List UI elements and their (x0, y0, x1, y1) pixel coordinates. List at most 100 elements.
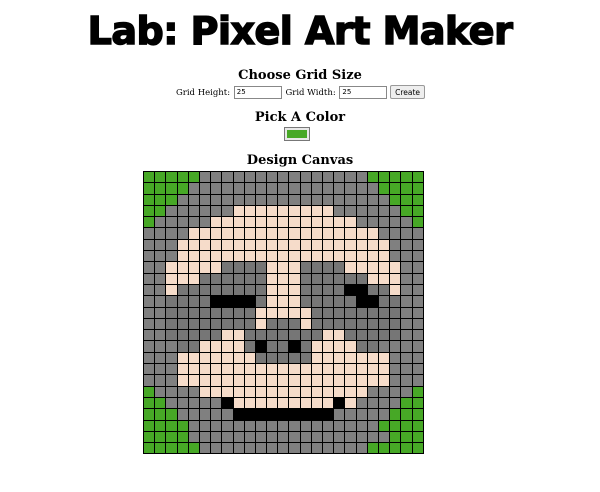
canvas-cell[interactable] (389, 374, 402, 387)
canvas-cell[interactable] (389, 261, 402, 274)
canvas-cell[interactable] (232, 295, 245, 308)
canvas-cell[interactable] (366, 283, 379, 297)
canvas-cell[interactable] (321, 261, 335, 274)
canvas-cell[interactable] (176, 408, 189, 421)
canvas-cell[interactable] (321, 419, 335, 432)
canvas-cell[interactable] (221, 396, 234, 410)
canvas-cell[interactable] (277, 317, 290, 331)
canvas-cell[interactable] (154, 363, 167, 376)
canvas-cell[interactable] (266, 182, 279, 195)
canvas-cell[interactable] (154, 329, 167, 342)
canvas-cell[interactable] (299, 283, 312, 297)
canvas-cell[interactable] (333, 261, 346, 274)
canvas-cell[interactable] (299, 430, 312, 444)
canvas-cell[interactable] (187, 170, 200, 184)
canvas-cell[interactable] (154, 295, 167, 308)
canvas-cell[interactable] (355, 306, 368, 319)
canvas-cell[interactable] (333, 329, 346, 342)
canvas-cell[interactable] (288, 193, 301, 206)
canvas-cell[interactable] (198, 317, 212, 331)
canvas-cell[interactable] (299, 193, 312, 206)
canvas-cell[interactable] (400, 182, 413, 195)
canvas-cell[interactable] (165, 272, 178, 285)
canvas-cell[interactable] (154, 419, 167, 432)
canvas-cell[interactable] (154, 340, 167, 353)
canvas-cell[interactable] (344, 329, 357, 342)
canvas-cell[interactable] (254, 283, 268, 297)
canvas-cell[interactable] (243, 396, 256, 410)
canvas-cell[interactable] (176, 419, 189, 432)
canvas-cell[interactable] (154, 193, 167, 206)
canvas-cell[interactable] (232, 272, 245, 285)
canvas-cell[interactable] (243, 295, 256, 308)
canvas-cell[interactable] (355, 295, 368, 308)
canvas-cell[interactable] (400, 408, 413, 421)
canvas-cell[interactable] (210, 363, 223, 376)
canvas-cell[interactable] (243, 351, 256, 365)
canvas-cell[interactable] (187, 408, 200, 421)
canvas-cell[interactable] (176, 351, 189, 365)
canvas-cell[interactable] (221, 227, 234, 240)
canvas-cell[interactable] (344, 170, 357, 184)
canvas-cell[interactable] (243, 329, 256, 342)
canvas-cell[interactable] (243, 250, 256, 263)
canvas-cell[interactable] (277, 238, 290, 252)
canvas-cell[interactable] (198, 283, 212, 297)
canvas-cell[interactable] (254, 396, 268, 410)
canvas-cell[interactable] (299, 170, 312, 184)
canvas-cell[interactable] (187, 442, 200, 455)
canvas-cell[interactable] (411, 340, 424, 353)
canvas-cell[interactable] (389, 340, 402, 353)
canvas-cell[interactable] (210, 238, 223, 252)
canvas-cell[interactable] (389, 396, 402, 410)
canvas-cell[interactable] (366, 408, 379, 421)
canvas-cell[interactable] (187, 374, 200, 387)
canvas-cell[interactable] (232, 363, 245, 376)
canvas-cell[interactable] (266, 363, 279, 376)
canvas-cell[interactable] (344, 374, 357, 387)
canvas-cell[interactable] (232, 204, 245, 218)
canvas-cell[interactable] (321, 374, 335, 387)
canvas-cell[interactable] (355, 317, 368, 331)
canvas-cell[interactable] (411, 396, 424, 410)
canvas-cell[interactable] (187, 182, 200, 195)
canvas-cell[interactable] (142, 204, 156, 218)
canvas-cell[interactable] (254, 204, 268, 218)
canvas-cell[interactable] (333, 430, 346, 444)
canvas-cell[interactable] (176, 182, 189, 195)
canvas-cell[interactable] (355, 430, 368, 444)
canvas-cell[interactable] (333, 193, 346, 206)
canvas-cell[interactable] (400, 170, 413, 184)
canvas-cell[interactable] (299, 261, 312, 274)
canvas-cell[interactable] (310, 374, 324, 387)
canvas-cell[interactable] (210, 351, 223, 365)
canvas-cell[interactable] (266, 340, 279, 353)
canvas-cell[interactable] (232, 374, 245, 387)
canvas-cell[interactable] (310, 363, 324, 376)
canvas-cell[interactable] (210, 419, 223, 432)
canvas-cell[interactable] (400, 295, 413, 308)
canvas-cell[interactable] (366, 250, 379, 263)
canvas-cell[interactable] (266, 283, 279, 297)
canvas-cell[interactable] (154, 385, 167, 398)
canvas-cell[interactable] (243, 419, 256, 432)
canvas-cell[interactable] (142, 340, 156, 353)
canvas-cell[interactable] (221, 419, 234, 432)
canvas-cell[interactable] (411, 306, 424, 319)
canvas-cell[interactable] (142, 396, 156, 410)
canvas-cell[interactable] (210, 430, 223, 444)
canvas-cell[interactable] (176, 442, 189, 455)
canvas-cell[interactable] (277, 408, 290, 421)
canvas-cell[interactable] (154, 261, 167, 274)
canvas-cell[interactable] (210, 272, 223, 285)
canvas-cell[interactable] (210, 204, 223, 218)
canvas-cell[interactable] (377, 204, 391, 218)
canvas-cell[interactable] (288, 317, 301, 331)
canvas-cell[interactable] (400, 351, 413, 365)
canvas-cell[interactable] (355, 170, 368, 184)
canvas-cell[interactable] (310, 216, 324, 229)
canvas-cell[interactable] (299, 396, 312, 410)
canvas-cell[interactable] (288, 396, 301, 410)
canvas-cell[interactable] (366, 430, 379, 444)
color-picker[interactable] (284, 127, 310, 141)
